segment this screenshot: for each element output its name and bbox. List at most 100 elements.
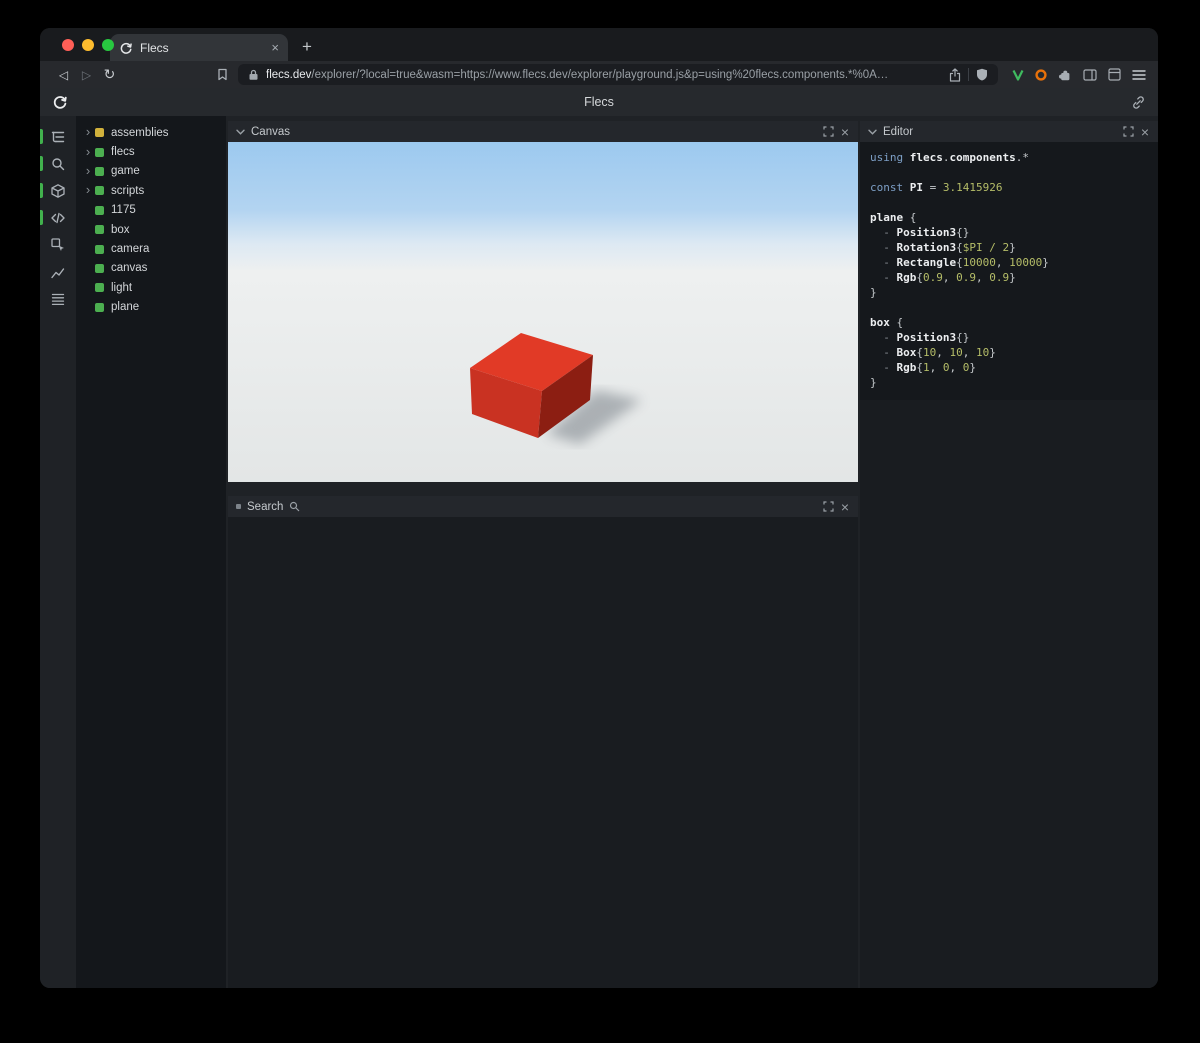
- browser-frame-icon[interactable]: [1108, 68, 1121, 81]
- close-panel-icon[interactable]: ×: [840, 125, 850, 139]
- code-line: - Rgb{0.9, 0.9, 0.9}: [870, 271, 1016, 284]
- expand-chevron-icon: [82, 306, 94, 308]
- collapse-chevron-icon[interactable]: [868, 129, 877, 135]
- tree-item-label: box: [111, 223, 130, 236]
- canvas-panel-header: Canvas ×: [228, 121, 858, 142]
- expand-chevron-icon[interactable]: ›: [82, 164, 94, 179]
- code-line: - Box{10, 10, 10}: [870, 346, 996, 359]
- share-icon[interactable]: [949, 67, 961, 82]
- close-panel-icon[interactable]: ×: [1140, 125, 1150, 139]
- tree-item-assemblies[interactable]: › assemblies: [76, 123, 226, 142]
- search-magnifier-icon[interactable]: [289, 501, 300, 512]
- editor-panel-header: Editor ×: [860, 121, 1158, 142]
- code-line: plane {: [870, 211, 917, 224]
- orange-extension-icon[interactable]: [1035, 68, 1047, 81]
- code-line: }: [870, 286, 877, 299]
- menu-icon[interactable]: [1132, 69, 1146, 81]
- expand-panel-icon[interactable]: [1123, 126, 1134, 137]
- canvas-3d-viewport[interactable]: [228, 142, 858, 482]
- rail-editor-button[interactable]: [40, 207, 76, 229]
- zoom-window-button[interactable]: [102, 39, 114, 51]
- entity-square-icon: [95, 302, 104, 312]
- tree-item-light[interactable]: light: [76, 278, 226, 297]
- panel-gap: [228, 482, 858, 496]
- editor-code[interactable]: using flecs.components.* const PI = 3.14…: [860, 142, 1158, 400]
- search-panel-body[interactable]: [228, 517, 858, 988]
- tree-item-1175[interactable]: 1175: [76, 201, 226, 220]
- code-icon: [51, 212, 65, 224]
- rail-inspector-button[interactable]: [40, 234, 76, 256]
- tab-title: Flecs: [140, 40, 169, 55]
- tree-item-camera[interactable]: camera: [76, 239, 226, 258]
- tree-item-box[interactable]: box: [76, 220, 226, 239]
- collapse-chevron-icon[interactable]: [236, 129, 245, 135]
- inspect-cursor-icon: [51, 238, 64, 251]
- stacked-rows-icon: [51, 293, 65, 306]
- expand-chevron-icon: [82, 248, 94, 250]
- puzzle-extensions-icon[interactable]: [1058, 68, 1072, 82]
- canvas-panel: Canvas ×: [228, 121, 858, 482]
- browser-tab[interactable]: Flecs ×: [110, 34, 288, 61]
- canvas-panel-title: Canvas: [251, 125, 290, 138]
- tree-item-label: camera: [111, 243, 150, 256]
- active-panel-indicator: [40, 156, 43, 171]
- expand-panel-icon[interactable]: [823, 126, 834, 137]
- bookmark-icon[interactable]: [217, 68, 228, 81]
- active-panel-indicator: [40, 291, 43, 306]
- chart-icon: [51, 268, 65, 279]
- back-button[interactable]: ◁: [52, 68, 75, 82]
- forward-button[interactable]: ▷: [75, 68, 98, 82]
- tree-item-label: 1175: [111, 204, 136, 217]
- expand-chevron-icon[interactable]: ›: [82, 183, 94, 198]
- tab-close-icon[interactable]: ×: [271, 41, 279, 54]
- v-extension-icon[interactable]: [1012, 69, 1024, 81]
- tree-item-label: assemblies: [111, 126, 169, 139]
- rail-canvas-button[interactable]: [40, 180, 76, 202]
- entity-square-icon: [95, 147, 104, 157]
- code-line: box {: [870, 316, 904, 329]
- tree-item-flecs[interactable]: › flecs: [76, 142, 226, 161]
- tree-item-plane[interactable]: plane: [76, 298, 226, 317]
- flecs-logo-icon[interactable]: [52, 94, 68, 110]
- tree-item-canvas[interactable]: canvas: [76, 259, 226, 278]
- panel-bullet-icon[interactable]: [236, 504, 241, 509]
- new-tab-button[interactable]: +: [302, 38, 312, 55]
- search-panel: Search ×: [228, 496, 858, 988]
- tree-item-scripts[interactable]: › scripts: [76, 181, 226, 200]
- expand-panel-icon[interactable]: [823, 501, 834, 512]
- tree-item-label: scripts: [111, 184, 145, 197]
- browser-titlebar: Flecs × +: [40, 28, 1158, 61]
- rail-entity-tree-button[interactable]: [40, 126, 76, 148]
- close-window-button[interactable]: [62, 39, 74, 51]
- active-panel-indicator: [40, 183, 43, 198]
- expand-chevron-icon[interactable]: ›: [82, 125, 94, 140]
- tree-item-label: game: [111, 165, 140, 178]
- rail-tables-button[interactable]: [40, 288, 76, 310]
- code-line: - Rectangle{10000, 10000}: [870, 256, 1049, 269]
- url-path: /explorer/?local=true&wasm=https://www.f…: [311, 68, 889, 81]
- tree-item-game[interactable]: › game: [76, 162, 226, 181]
- reload-button[interactable]: ↻: [98, 66, 121, 83]
- tree-item-label: light: [111, 281, 133, 294]
- code-line: }: [870, 376, 877, 389]
- entity-square-icon: [95, 186, 104, 196]
- address-bar[interactable]: flecs.dev/explorer/?local=true&wasm=http…: [238, 64, 998, 85]
- expand-chevron-icon[interactable]: ›: [82, 145, 94, 160]
- expand-chevron-icon: [82, 229, 94, 231]
- rail-stats-button[interactable]: [40, 261, 76, 283]
- rail-search-button[interactable]: [40, 153, 76, 175]
- code-line: - Rotation3{$PI / 2}: [870, 241, 1016, 254]
- entity-square-icon: [95, 205, 104, 215]
- url-domain: flecs.dev: [266, 68, 312, 81]
- browser-toolbar: ◁ ▷ ↻ flecs.dev/explorer/?local=true&was…: [40, 61, 1158, 88]
- entity-tree: › assemblies › flecs › game › scripts 1175 box cam…: [76, 116, 226, 988]
- cube-icon: [51, 184, 65, 198]
- editor-panel-title: Editor: [883, 125, 914, 138]
- permalink-icon[interactable]: [1131, 95, 1146, 110]
- side-panel-icon[interactable]: [1083, 68, 1097, 81]
- close-panel-icon[interactable]: ×: [840, 500, 850, 514]
- shield-icon[interactable]: [976, 68, 988, 81]
- minimize-window-button[interactable]: [82, 39, 94, 51]
- entity-square-icon: [95, 263, 104, 273]
